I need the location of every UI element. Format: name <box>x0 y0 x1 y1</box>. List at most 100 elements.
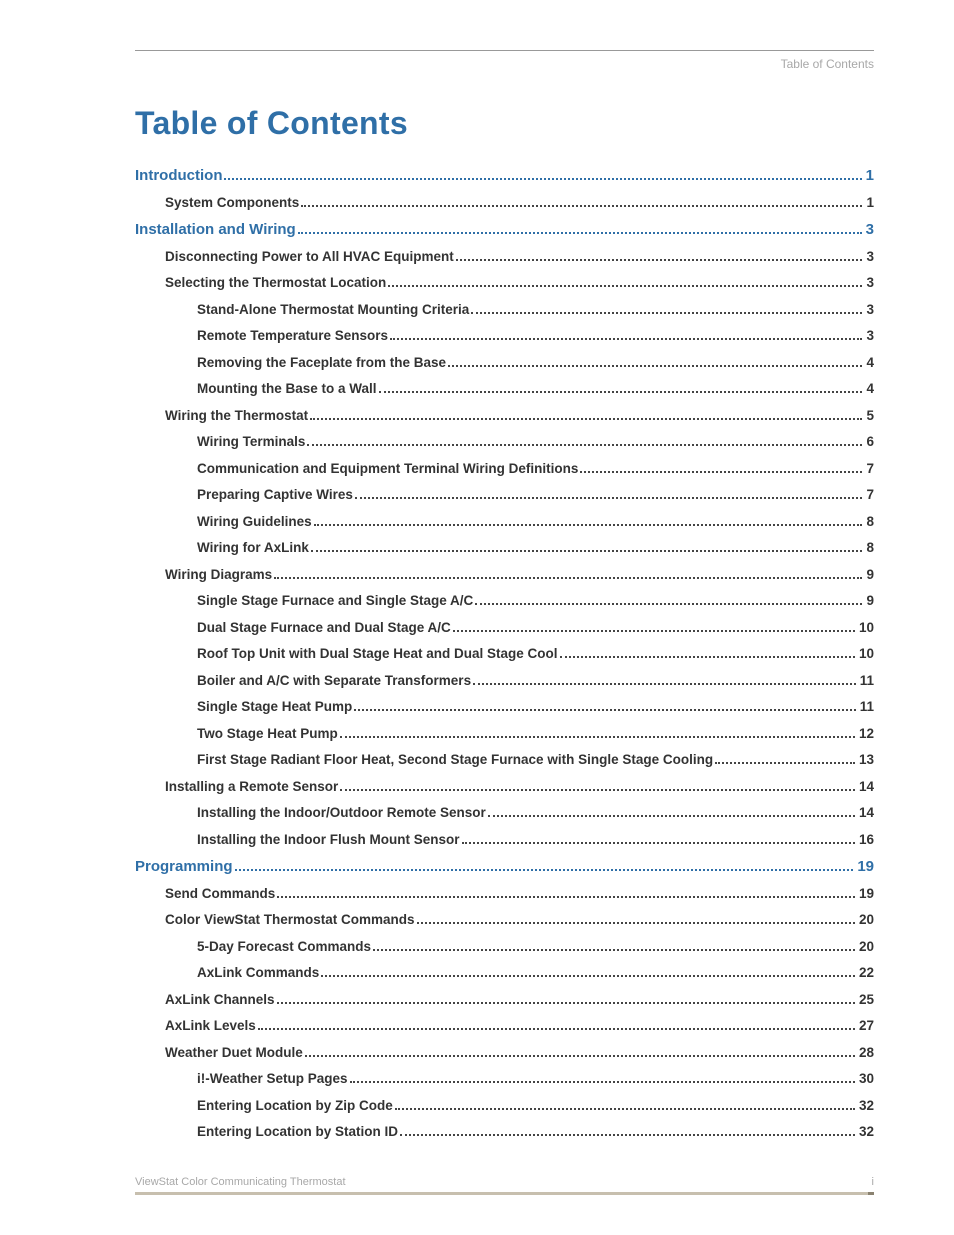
toc-entry[interactable]: Entering Location by Station ID 32 <box>197 1125 874 1139</box>
toc-leader <box>355 497 863 499</box>
page-footer: ViewStat Color Communicating Thermostat … <box>135 1176 874 1195</box>
toc-entry[interactable]: Wiring Diagrams 9 <box>165 568 874 582</box>
toc-entry-label: Introduction <box>135 168 222 183</box>
toc-entry-page: 3 <box>866 329 874 343</box>
toc-leader <box>340 789 855 791</box>
toc-entry-page: 20 <box>859 913 874 927</box>
toc-entry[interactable]: Wiring the Thermostat 5 <box>165 409 874 423</box>
toc-entry-page: 3 <box>866 222 874 237</box>
toc-entry[interactable]: System Components 1 <box>165 196 874 210</box>
toc-entry[interactable]: Color ViewStat Thermostat Commands 20 <box>165 913 874 927</box>
footer-rule <box>135 1192 874 1195</box>
toc-entry[interactable]: AxLink Channels 25 <box>165 993 874 1007</box>
toc-entry-label: 5-Day Forecast Commands <box>197 940 371 954</box>
toc-entry[interactable]: Wiring Terminals 6 <box>197 435 874 449</box>
toc-leader <box>311 550 863 552</box>
toc-entry[interactable]: Weather Duet Module 28 <box>165 1046 874 1060</box>
toc-entry-label: Installing a Remote Sensor <box>165 780 338 794</box>
toc-leader <box>388 285 862 287</box>
toc-entry[interactable]: Send Commands 19 <box>165 887 874 901</box>
toc-entry-page: 11 <box>860 700 874 714</box>
toc-leader <box>354 709 855 711</box>
toc-entry[interactable]: Dual Stage Furnace and Dual Stage A/C 10 <box>197 621 874 635</box>
toc-entry-page: 13 <box>859 753 874 767</box>
toc-entry[interactable]: Entering Location by Zip Code 32 <box>197 1099 874 1113</box>
toc-entry-label: Stand-Alone Thermostat Mounting Criteria <box>197 303 469 317</box>
toc-entry[interactable]: AxLink Levels 27 <box>165 1019 874 1033</box>
toc-leader <box>456 259 863 261</box>
toc-entry-label: Preparing Captive Wires <box>197 488 353 502</box>
toc-entry[interactable]: Single Stage Furnace and Single Stage A/… <box>197 594 874 608</box>
toc-entry-page: 16 <box>859 833 874 847</box>
toc-leader <box>379 391 863 393</box>
toc-entry-page: 32 <box>859 1125 874 1139</box>
toc-entry-page: 4 <box>866 356 874 370</box>
toc-entry-label: Entering Location by Station ID <box>197 1125 398 1139</box>
toc-entry-label: Communication and Equipment Terminal Wir… <box>197 462 578 476</box>
toc-entry-label: i!-Weather Setup Pages <box>197 1072 348 1086</box>
toc-entry[interactable]: Installing a Remote Sensor 14 <box>165 780 874 794</box>
toc-entry-page: 11 <box>860 674 874 688</box>
toc-entry[interactable]: First Stage Radiant Floor Heat, Second S… <box>197 753 874 767</box>
toc-leader <box>277 896 855 898</box>
toc-leader <box>301 205 862 207</box>
toc-leader <box>471 312 862 314</box>
toc-entry[interactable]: Wiring for AxLink 8 <box>197 541 874 555</box>
toc-entry-label: Selecting the Thermostat Location <box>165 276 386 290</box>
toc-entry-page: 10 <box>859 647 874 661</box>
toc-entry[interactable]: Installing the Indoor Flush Mount Sensor… <box>197 833 874 847</box>
toc-entry[interactable]: Removing the Faceplate from the Base 4 <box>197 356 874 370</box>
toc-entry-label: Single Stage Heat Pump <box>197 700 352 714</box>
toc-entry-page: 8 <box>866 541 874 555</box>
toc-entry-label: Wiring the Thermostat <box>165 409 308 423</box>
toc-leader <box>488 815 855 817</box>
toc-entry-page: 1 <box>866 168 874 183</box>
toc-leader <box>453 630 855 632</box>
toc-entry-label: Mounting the Base to a Wall <box>197 382 377 396</box>
toc-entry[interactable]: Wiring Guidelines 8 <box>197 515 874 529</box>
toc-entry-label: First Stage Radiant Floor Heat, Second S… <box>197 753 713 767</box>
toc-entry-label: System Components <box>165 196 299 210</box>
toc-entry[interactable]: AxLink Commands 22 <box>197 966 874 980</box>
toc-entry-page: 25 <box>859 993 874 1007</box>
toc-entry-label: AxLink Commands <box>197 966 319 980</box>
document-page: Table of Contents Table of Contents Intr… <box>0 0 954 1235</box>
toc-entry-page: 22 <box>859 966 874 980</box>
toc-entry-page: 9 <box>866 594 874 608</box>
toc-entry[interactable]: Introduction 1 <box>135 168 874 183</box>
toc-entry-label: Wiring Diagrams <box>165 568 272 582</box>
toc-entry[interactable]: Stand-Alone Thermostat Mounting Criteria… <box>197 303 874 317</box>
toc-entry[interactable]: Remote Temperature Sensors 3 <box>197 329 874 343</box>
toc-entry[interactable]: Communication and Equipment Terminal Wir… <box>197 462 874 476</box>
toc-entry-page: 20 <box>859 940 874 954</box>
toc-entry-label: Single Stage Furnace and Single Stage A/… <box>197 594 473 608</box>
toc-entry[interactable]: Roof Top Unit with Dual Stage Heat and D… <box>197 647 874 661</box>
toc-entry[interactable]: Mounting the Base to a Wall 4 <box>197 382 874 396</box>
toc-entry[interactable]: Preparing Captive Wires 7 <box>197 488 874 502</box>
toc-entry[interactable]: Disconnecting Power to All HVAC Equipmen… <box>165 250 874 264</box>
toc-entry-page: 4 <box>866 382 874 396</box>
toc-entry-page: 3 <box>866 276 874 290</box>
toc-entry[interactable]: Programming 19 <box>135 859 874 874</box>
toc-entry-label: Weather Duet Module <box>165 1046 303 1060</box>
toc-entry[interactable]: i!-Weather Setup Pages 30 <box>197 1072 874 1086</box>
toc-leader <box>560 656 855 658</box>
toc-entry[interactable]: Selecting the Thermostat Location 3 <box>165 276 874 290</box>
toc-entry-page: 19 <box>859 887 874 901</box>
toc-leader <box>258 1028 855 1030</box>
page-title: Table of Contents <box>135 105 874 142</box>
toc-entry[interactable]: Single Stage Heat Pump 11 <box>197 700 874 714</box>
toc-entry-page: 6 <box>866 435 874 449</box>
footer-doc-name: ViewStat Color Communicating Thermostat <box>135 1176 346 1188</box>
toc-entry-page: 12 <box>859 727 874 741</box>
toc-entry-page: 9 <box>866 568 874 582</box>
toc-leader <box>224 178 861 180</box>
toc-entry[interactable]: 5-Day Forecast Commands 20 <box>197 940 874 954</box>
toc-entry[interactable]: Boiler and A/C with Separate Transformer… <box>197 674 874 688</box>
toc-entry[interactable]: Two Stage Heat Pump 12 <box>197 727 874 741</box>
toc-entry[interactable]: Installing the Indoor/Outdoor Remote Sen… <box>197 806 874 820</box>
toc-entry[interactable]: Installation and Wiring 3 <box>135 222 874 237</box>
toc-entry-page: 8 <box>866 515 874 529</box>
toc-leader <box>417 922 855 924</box>
toc-entry-page: 3 <box>866 250 874 264</box>
